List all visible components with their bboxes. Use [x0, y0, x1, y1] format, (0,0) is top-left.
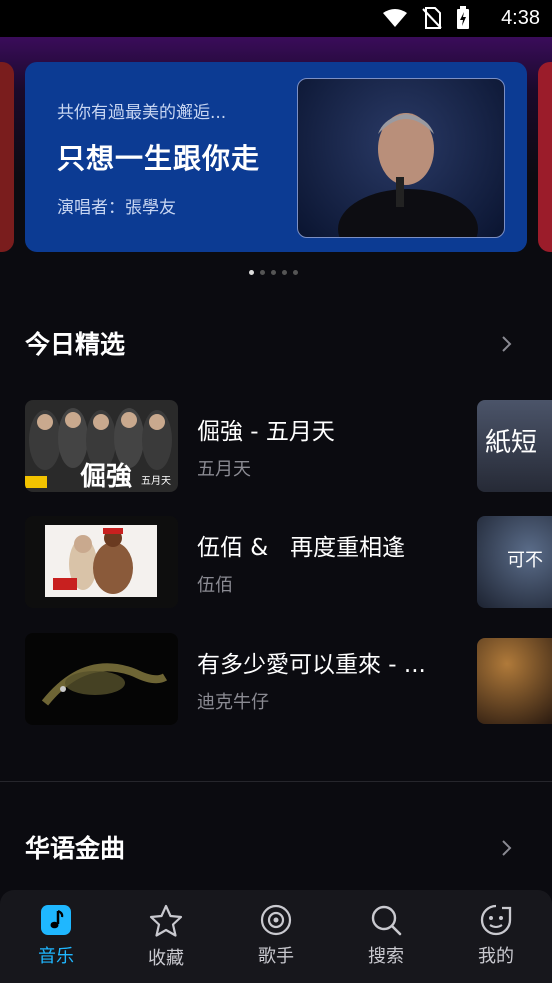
wifi-icon: [383, 9, 407, 27]
next-thumbnail-text: 紙短: [485, 428, 538, 458]
carousel-indicator: [249, 270, 298, 275]
song-artist: 五月天: [197, 459, 251, 480]
thumbnail-badge: 五月天: [141, 476, 171, 487]
song-thumbnail: [25, 516, 178, 608]
next-thumbnail-text: 可不: [507, 550, 543, 571]
next-column-thumbnail[interactable]: 可不: [477, 516, 552, 608]
section-title-daily: 今日精选: [25, 330, 126, 359]
section-divider: [0, 781, 552, 782]
search-icon: [371, 905, 402, 936]
tab-music[interactable]: 音乐: [11, 904, 101, 968]
song-title: 有多少愛可以重來 - ...: [197, 652, 426, 678]
banner-next-card[interactable]: [538, 62, 552, 252]
next-column-thumbnail[interactable]: 紙短: [477, 400, 552, 492]
carousel-dot: [282, 270, 287, 275]
tab-mine[interactable]: 我的: [451, 904, 541, 968]
banner-prev-card[interactable]: [0, 62, 14, 252]
banner-title: 只想一生跟你走: [57, 142, 261, 175]
section-title-chinese-hits: 华语金曲: [25, 834, 126, 863]
no-sim-icon: [422, 7, 442, 29]
status-icons: [382, 6, 470, 30]
song-row[interactable]: 有多少愛可以重來 - ... 迪克牛仔: [25, 633, 552, 725]
tab-label: 歌手: [258, 946, 294, 967]
banner-singer: 演唱者：張學友: [57, 198, 176, 218]
tab-singers[interactable]: 歌手: [231, 904, 321, 968]
status-bar: 4:38: [0, 0, 552, 37]
song-title: 伍佰 & 再度重相逢: [197, 535, 406, 561]
song-row[interactable]: 倔強 五月天 倔強 - 五月天 五月天: [25, 400, 552, 492]
song-artist: 伍佰: [197, 575, 233, 596]
tab-label: 音乐: [38, 946, 74, 967]
banner-subtitle: 共你有過最美的邂逅...: [57, 103, 227, 123]
chevron-right-icon[interactable]: [500, 838, 514, 858]
song-thumbnail: [25, 633, 178, 725]
carousel-dot: [293, 270, 298, 275]
next-column-thumbnail[interactable]: [477, 638, 552, 724]
face-icon: [480, 904, 512, 936]
thumbnail-title: 倔強: [80, 462, 133, 492]
carousel-dot: [249, 270, 254, 275]
banner-card[interactable]: 共你有過最美的邂逅... 只想一生跟你走 演唱者：張學友: [25, 62, 527, 252]
tab-favorites[interactable]: 收藏: [121, 904, 211, 970]
tab-label: 收藏: [148, 948, 184, 969]
tab-label: 我的: [478, 946, 514, 967]
song-thumbnail: 倔強 五月天: [25, 400, 178, 492]
carousel-dot: [260, 270, 265, 275]
star-icon: [149, 904, 183, 937]
status-time: 4:38: [501, 7, 540, 29]
carousel-dot: [271, 270, 276, 275]
banner-singer-photo: [297, 78, 505, 238]
tab-label: 搜索: [368, 946, 404, 967]
song-artist: 迪克牛仔: [197, 692, 269, 713]
battery-charging-icon: [457, 6, 469, 29]
vinyl-record-icon: [260, 904, 292, 936]
song-title: 倔強 - 五月天: [197, 419, 335, 445]
music-note-icon: [41, 905, 71, 935]
bottom-tab-bar: 音乐 收藏 歌手 搜索 我的: [0, 890, 552, 983]
tab-search[interactable]: 搜索: [341, 904, 431, 968]
song-row[interactable]: 伍佰 & 再度重相逢 伍佰: [25, 516, 552, 608]
chevron-right-icon[interactable]: [500, 334, 514, 354]
